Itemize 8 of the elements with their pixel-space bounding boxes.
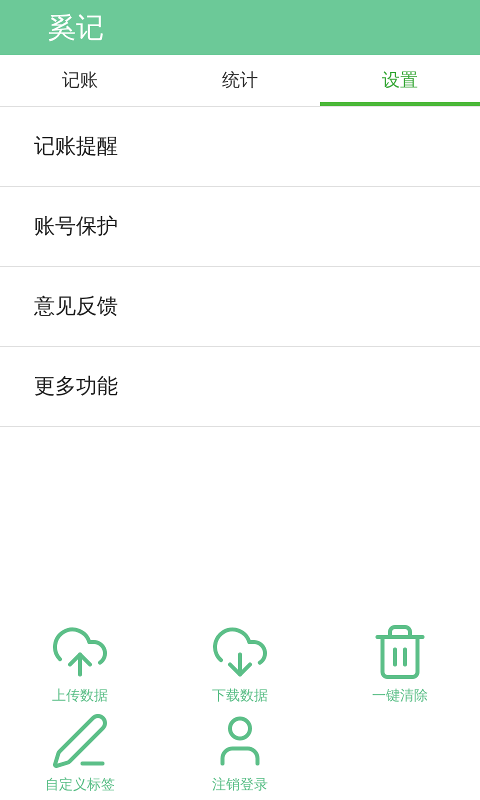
menu-item[interactable]: 记账提醒: [0, 107, 480, 187]
tab[interactable]: 统计: [160, 55, 320, 106]
menu-item[interactable]: 意见反馈: [0, 267, 480, 347]
menu-item[interactable]: 更多功能: [0, 347, 480, 427]
pen-icon: [50, 711, 110, 771]
menu-item[interactable]: 账号保护: [0, 187, 480, 267]
app-title: 奚记: [48, 10, 104, 46]
tab[interactable]: 记账: [0, 55, 160, 106]
